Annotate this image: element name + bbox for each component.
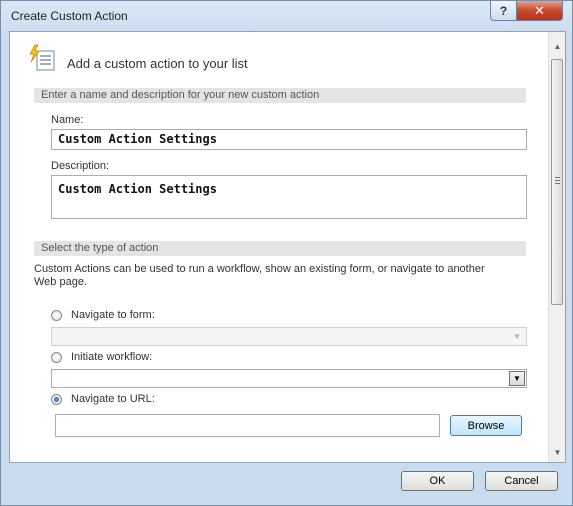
description-label: Description: (51, 160, 110, 172)
dialog-content: Add a custom action to your list Enter a… (9, 31, 566, 463)
chevron-down-icon[interactable]: ▼ (509, 371, 525, 386)
dialog-window: Create Custom Action ? ✕ Add a custom ac… (0, 0, 573, 506)
content-area: Add a custom action to your list Enter a… (10, 32, 548, 462)
title-bar[interactable]: Create Custom Action ? ✕ (1, 1, 572, 31)
action-type-description-line2: Web page. (34, 276, 88, 288)
workflow-select[interactable]: ▼ (51, 369, 527, 388)
navigate-to-form-label[interactable]: Navigate to form: (71, 309, 155, 321)
ok-button[interactable]: OK (401, 471, 474, 491)
window-title: Create Custom Action (11, 9, 128, 23)
vertical-scrollbar[interactable]: ▲ ▼ (548, 32, 565, 462)
thumb-grip-line (555, 177, 560, 178)
cancel-button[interactable]: Cancel (485, 471, 558, 491)
custom-action-icon (29, 44, 55, 71)
help-icon: ? (499, 3, 508, 18)
url-input[interactable] (55, 414, 440, 437)
name-input[interactable]: Custom Action Settings (51, 129, 527, 150)
close-button[interactable]: ✕ (516, 1, 563, 21)
ok-button-label: OK (429, 475, 446, 487)
chevron-down-icon: ▼ (513, 332, 521, 341)
close-icon: ✕ (534, 2, 545, 18)
action-type-description-line1: Custom Actions can be used to run a work… (34, 263, 485, 275)
description-textarea-value: Custom Action Settings (58, 182, 217, 196)
scrollbar-thumb[interactable] (551, 59, 563, 305)
page-header-text: Add a custom action to your list (67, 56, 248, 71)
thumb-grip-line (555, 180, 560, 181)
navigate-to-url-radio[interactable] (51, 394, 62, 405)
section-header-name: Enter a name and description for your ne… (34, 88, 526, 103)
help-button[interactable]: ? (490, 1, 517, 21)
scroll-up-icon[interactable]: ▲ (549, 38, 565, 55)
initiate-workflow-label[interactable]: Initiate workflow: (71, 351, 152, 363)
name-input-value: Custom Action Settings (58, 132, 217, 146)
navigate-to-url-label[interactable]: Navigate to URL: (71, 393, 155, 405)
description-textarea[interactable]: Custom Action Settings (51, 175, 527, 219)
navigate-to-form-radio[interactable] (51, 310, 62, 321)
browse-button[interactable]: Browse (450, 415, 522, 436)
action-type-description: Custom Actions can be used to run a work… (34, 263, 534, 289)
thumb-grip-line (555, 183, 560, 184)
form-select: ▼ (51, 327, 527, 346)
name-label: Name: (51, 114, 84, 126)
browse-button-label: Browse (467, 419, 505, 432)
scroll-down-icon[interactable]: ▼ (549, 444, 565, 461)
cancel-button-label: Cancel (504, 475, 539, 487)
section-header-action-type: Select the type of action (34, 241, 526, 256)
initiate-workflow-radio[interactable] (51, 352, 62, 363)
